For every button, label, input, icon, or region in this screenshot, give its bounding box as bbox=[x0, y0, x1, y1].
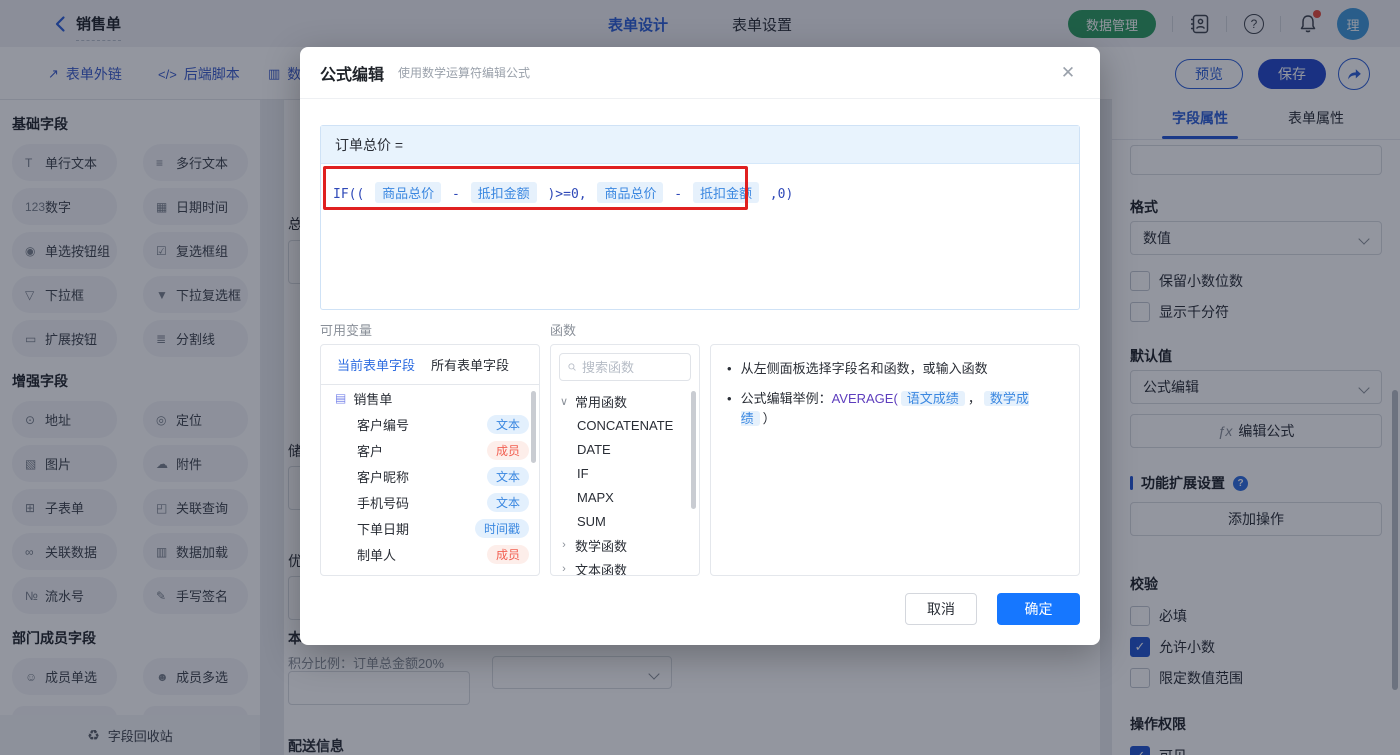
function-item[interactable]: SUM bbox=[551, 509, 699, 533]
variable-row[interactable]: 客户编号 文本 bbox=[321, 411, 539, 437]
confirm-button[interactable]: 确定 bbox=[997, 593, 1080, 625]
chevron-down-icon: ∨ bbox=[559, 395, 569, 408]
function-group-name: 常用函数 bbox=[575, 394, 628, 410]
tip-text: ， bbox=[967, 391, 981, 406]
variable-name: 客户编号 bbox=[357, 417, 410, 433]
formula-input-area[interactable]: IF(( 商品总价 - 抵扣金额 )>=0, 商品总价 - 抵扣金额 ,0) bbox=[321, 164, 1079, 221]
variables-root-row[interactable]: ▤ 销售单 bbox=[321, 385, 539, 411]
variables-tab-1[interactable]: 所有表单字段 bbox=[431, 355, 509, 374]
tip-text: AVERAGE( bbox=[831, 391, 898, 406]
formula-field-chip[interactable]: 商品总价 bbox=[375, 182, 442, 203]
formula-text: - bbox=[444, 187, 468, 202]
variable-type-badge: 成员 bbox=[486, 544, 529, 564]
variables-label: 可用变量 bbox=[320, 323, 373, 338]
form-doc-icon: ▤ bbox=[335, 391, 347, 405]
functions-panel: ∨ 常用函数 CONCATENATEDATEIFMAPXSUM › 数学函数 › 文本函数 bbox=[550, 344, 700, 576]
function-group-expanded[interactable]: ∨ 常用函数 bbox=[551, 389, 699, 413]
modal-header: 公式编辑 使用数学运算符编辑公式 bbox=[300, 47, 1100, 99]
function-search-input[interactable] bbox=[582, 359, 682, 375]
variable-row[interactable]: 下单日期 时间戳 bbox=[321, 515, 539, 541]
function-group-name: 文本函数 bbox=[575, 562, 628, 576]
tip-item: • 公式编辑举例：AVERAGE(语文成绩，数学成绩） bbox=[727, 391, 1029, 426]
tip-text: ） bbox=[762, 411, 776, 426]
function-item[interactable]: DATE bbox=[551, 437, 699, 461]
modal-subtitle: 使用数学运算符编辑公式 bbox=[398, 66, 531, 80]
function-item[interactable]: IF bbox=[551, 461, 699, 485]
formula-field-chip[interactable]: 商品总价 bbox=[597, 182, 664, 203]
variable-name: 客户 bbox=[357, 443, 384, 459]
tip-item: • 从左侧面板选择字段名和函数，或输入函数 bbox=[727, 361, 988, 376]
variable-name: 手机号码 bbox=[357, 495, 410, 511]
functions-label: 函数 bbox=[550, 323, 577, 338]
variable-type-badge: 时间戳 bbox=[474, 518, 529, 538]
formula-text: ,0) bbox=[761, 187, 794, 202]
variables-root-name: 销售单 bbox=[353, 391, 393, 407]
scrollbar-thumb[interactable] bbox=[691, 391, 696, 509]
formula-editor: 订单总价 = IF(( 商品总价 - 抵扣金额 )>=0, 商品总价 - 抵扣金… bbox=[320, 125, 1080, 310]
search-icon bbox=[568, 363, 576, 371]
chevron-right-icon: › bbox=[562, 539, 566, 551]
variable-type-badge: 文本 bbox=[486, 414, 529, 434]
formula-text: - bbox=[666, 187, 690, 202]
function-group-name: 数学函数 bbox=[575, 538, 628, 554]
tips-panel: • 从左侧面板选择字段名和函数，或输入函数 • 公式编辑举例：AVERAGE(语… bbox=[710, 344, 1080, 576]
chevron-right-icon: › bbox=[562, 563, 566, 575]
variables-panel: 当前表单字段 所有表单字段 ▤ 销售单 客户编号 文本 客户 成员 客户昵称 文本 手机号码 文本下… bbox=[320, 344, 540, 576]
function-group-collapsed[interactable]: › 文本函数 bbox=[551, 557, 699, 576]
function-item[interactable]: CONCATENATE bbox=[551, 413, 699, 437]
formula-field-chip[interactable]: 抵扣金额 bbox=[470, 182, 537, 203]
modal-title: 公式编辑 bbox=[320, 66, 385, 84]
scrollbar-thumb[interactable] bbox=[531, 391, 536, 463]
close-icon[interactable]: ✕ bbox=[1058, 63, 1078, 83]
formula-field-chip[interactable]: 抵扣金额 bbox=[692, 182, 759, 203]
variable-type-badge: 文本 bbox=[486, 492, 529, 512]
variable-type-badge: 成员 bbox=[486, 440, 529, 460]
formula-edit-modal: 公式编辑 使用数学运算符编辑公式 ✕ 订单总价 = IF(( 商品总价 - 抵扣… bbox=[300, 47, 1100, 645]
variable-type-badge: 文本 bbox=[486, 466, 529, 486]
example-field-chip[interactable]: 语文成绩 bbox=[900, 391, 965, 406]
variable-name: 制单人 bbox=[357, 547, 397, 563]
tip-text: 公式编辑举例： bbox=[740, 391, 832, 406]
function-group-collapsed[interactable]: › 数学函数 bbox=[551, 533, 699, 557]
cancel-button[interactable]: 取消 bbox=[905, 593, 977, 625]
variable-row[interactable]: 制单人 成员 bbox=[321, 541, 539, 567]
function-search-box bbox=[559, 353, 691, 381]
formula-target-field: 订单总价 = bbox=[321, 126, 1079, 164]
function-item[interactable]: MAPX bbox=[551, 485, 699, 509]
variable-name: 客户昵称 bbox=[357, 469, 410, 485]
variable-name: 下单日期 bbox=[357, 521, 410, 537]
variable-row[interactable]: 手机号码 文本 bbox=[321, 489, 539, 515]
formula-text: IF(( bbox=[333, 187, 373, 202]
variable-row[interactable]: 客户昵称 文本 bbox=[321, 463, 539, 489]
variable-row[interactable]: 客户 成员 bbox=[321, 437, 539, 463]
variables-tab-0[interactable]: 当前表单字段 bbox=[337, 355, 415, 374]
formula-text: )>=0, bbox=[539, 187, 595, 202]
